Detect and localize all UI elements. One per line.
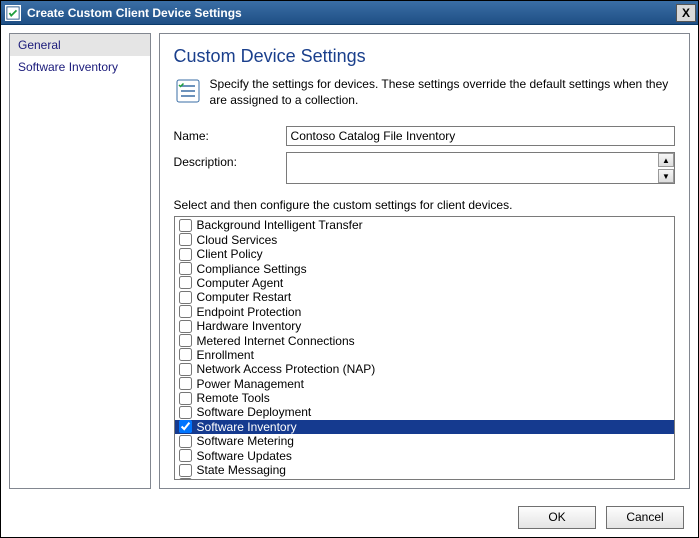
setting-checkbox[interactable]	[179, 348, 192, 361]
setting-label: State Messaging	[197, 463, 286, 477]
setting-row-software-deployment[interactable]: Software Deployment	[175, 405, 674, 419]
dialog-footer: OK Cancel	[1, 497, 698, 537]
setting-label: Software Updates	[197, 449, 292, 463]
description-text	[287, 153, 658, 183]
setting-label: Client Policy	[197, 247, 263, 261]
setting-checkbox[interactable]	[179, 478, 192, 480]
setting-checkbox[interactable]	[179, 392, 192, 405]
setting-row-computer-agent[interactable]: Computer Agent	[175, 276, 674, 290]
setting-checkbox[interactable]	[179, 262, 192, 275]
titlebar: Create Custom Client Device Settings X	[1, 1, 698, 25]
description-input[interactable]: ▲ ▼	[286, 152, 675, 184]
setting-label: Cloud Services	[197, 233, 278, 247]
setting-checkbox[interactable]	[179, 464, 192, 477]
setting-label: Computer Agent	[197, 276, 284, 290]
description-label: Description:	[174, 152, 286, 184]
close-button[interactable]: X	[676, 4, 696, 22]
setting-row-software-metering[interactable]: Software Metering	[175, 434, 674, 448]
scroll-down-button[interactable]: ▼	[658, 169, 674, 183]
setting-row-compliance-settings[interactable]: Compliance Settings	[175, 261, 674, 275]
setting-row-endpoint-protection[interactable]: Endpoint Protection	[175, 305, 674, 319]
setting-label: Network Access Protection (NAP)	[197, 362, 376, 376]
ok-button[interactable]: OK	[518, 506, 596, 529]
setting-checkbox[interactable]	[179, 291, 192, 304]
setting-row-cloud-services[interactable]: Cloud Services	[175, 233, 674, 247]
setting-checkbox[interactable]	[179, 420, 192, 433]
setting-checkbox[interactable]	[179, 305, 192, 318]
setting-checkbox[interactable]	[179, 363, 192, 376]
setting-row-power-management[interactable]: Power Management	[175, 376, 674, 390]
window-title: Create Custom Client Device Settings	[27, 6, 676, 20]
intro-text: Specify the settings for devices. These …	[210, 77, 675, 108]
setting-checkbox[interactable]	[179, 320, 192, 333]
setting-row-metered-internet-connections[interactable]: Metered Internet Connections	[175, 333, 674, 347]
setting-label: Computer Restart	[197, 290, 292, 304]
setting-checkbox[interactable]	[179, 219, 192, 232]
setting-checkbox[interactable]	[179, 406, 192, 419]
sidebar-item-label: General	[18, 38, 61, 52]
setting-label: Endpoint Protection	[197, 305, 302, 319]
close-icon: X	[682, 6, 690, 20]
nav-sidebar: General Software Inventory	[9, 33, 151, 489]
settings-checklist[interactable]: Background Intelligent TransferCloud Ser…	[174, 216, 675, 480]
setting-label: Software Deployment	[197, 405, 312, 419]
description-row: Description: ▲ ▼	[174, 152, 675, 184]
setting-row-remote-tools[interactable]: Remote Tools	[175, 391, 674, 405]
setting-row-computer-restart[interactable]: Computer Restart	[175, 290, 674, 304]
cancel-button[interactable]: Cancel	[606, 506, 684, 529]
setting-row-software-updates[interactable]: Software Updates	[175, 448, 674, 462]
setting-label: Enrollment	[197, 348, 254, 362]
setting-label: Metered Internet Connections	[197, 334, 355, 348]
setting-label: Background Intelligent Transfer	[197, 218, 363, 232]
setting-checkbox[interactable]	[179, 248, 192, 261]
setting-checkbox[interactable]	[179, 449, 192, 462]
setting-label: Hardware Inventory	[197, 319, 302, 333]
setting-checkbox[interactable]	[179, 276, 192, 289]
setting-label: User and Device Affinity	[197, 477, 324, 480]
setting-row-network-access-protection-nap-[interactable]: Network Access Protection (NAP)	[175, 362, 674, 376]
setting-checkbox[interactable]	[179, 233, 192, 246]
name-row: Name:	[174, 126, 675, 146]
scroll-up-button[interactable]: ▲	[658, 153, 674, 167]
setting-label: Remote Tools	[197, 391, 270, 405]
setting-row-hardware-inventory[interactable]: Hardware Inventory	[175, 319, 674, 333]
setting-row-software-inventory[interactable]: Software Inventory	[175, 420, 674, 434]
settings-list-label: Select and then configure the custom set…	[174, 198, 675, 212]
setting-label: Compliance Settings	[197, 262, 307, 276]
setting-row-state-messaging[interactable]: State Messaging	[175, 463, 674, 477]
app-icon	[5, 5, 21, 21]
description-scrollbar: ▲ ▼	[658, 153, 674, 183]
page-title: Custom Device Settings	[174, 46, 675, 67]
checklist-icon	[174, 77, 202, 105]
name-input[interactable]	[286, 126, 675, 146]
dialog-body: General Software Inventory Custom Device …	[1, 25, 698, 497]
setting-row-enrollment[interactable]: Enrollment	[175, 348, 674, 362]
intro-row: Specify the settings for devices. These …	[174, 77, 675, 108]
name-label: Name:	[174, 126, 286, 143]
setting-checkbox[interactable]	[179, 377, 192, 390]
setting-row-user-and-device-affinity[interactable]: User and Device Affinity	[175, 477, 674, 480]
setting-checkbox[interactable]	[179, 334, 192, 347]
main-panel: Custom Device Settings Specify the setti…	[159, 33, 690, 489]
setting-row-background-intelligent-transfer[interactable]: Background Intelligent Transfer	[175, 218, 674, 232]
setting-row-client-policy[interactable]: Client Policy	[175, 247, 674, 261]
setting-checkbox[interactable]	[179, 435, 192, 448]
setting-label: Software Inventory	[197, 420, 297, 434]
sidebar-item-label: Software Inventory	[18, 60, 118, 74]
sidebar-item-general[interactable]: General	[10, 34, 150, 56]
setting-label: Power Management	[197, 377, 304, 391]
sidebar-item-software-inventory[interactable]: Software Inventory	[10, 56, 150, 78]
setting-label: Software Metering	[197, 434, 294, 448]
